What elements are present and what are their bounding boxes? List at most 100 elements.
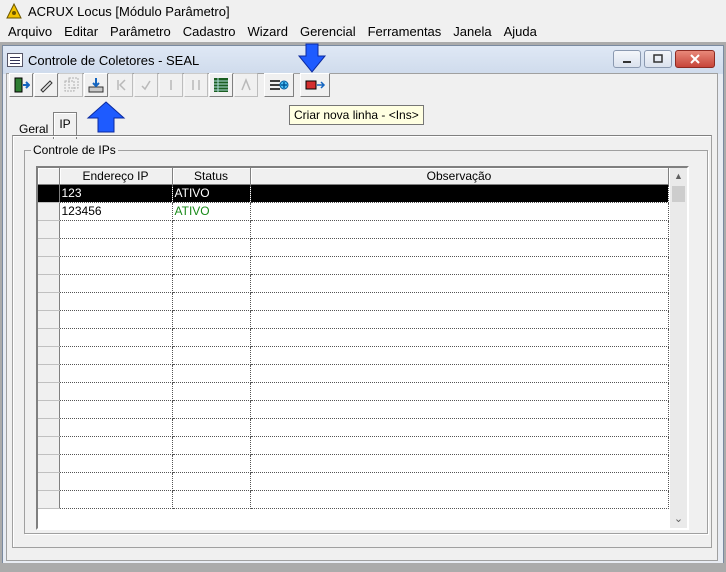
table-row[interactable] [38,238,669,257]
check-button[interactable] [134,73,158,97]
cell-ip[interactable] [59,238,173,257]
vertical-scrollbar[interactable]: ▲ ⌄ [670,168,687,528]
column-header-ip[interactable]: Endereço IP [59,168,173,185]
cell-status[interactable] [172,418,251,437]
cell-observacao[interactable] [250,292,669,311]
cell-ip[interactable] [59,454,173,473]
menu-editar[interactable]: Editar [58,22,104,42]
cell-observacao[interactable] [250,220,669,239]
cell-ip[interactable] [59,418,173,437]
copy-button[interactable] [59,73,83,97]
cell-observacao[interactable] [250,364,669,383]
table-row[interactable] [38,328,669,347]
row-indicator[interactable] [38,256,60,275]
row-indicator[interactable] [38,382,60,401]
cell-status[interactable] [172,382,251,401]
cell-observacao[interactable] [250,382,669,401]
cell-observacao[interactable] [250,238,669,257]
row-indicator[interactable] [38,490,60,509]
pause-button[interactable] [184,73,208,97]
row-indicator[interactable] [38,328,60,347]
row-indicator[interactable] [38,310,60,329]
table-row[interactable] [38,346,669,365]
cell-observacao[interactable] [250,184,669,203]
cell-ip[interactable] [59,382,173,401]
cell-observacao[interactable] [250,490,669,509]
minimize-button[interactable] [613,50,641,68]
row-indicator[interactable] [38,472,60,491]
exit-button[interactable] [9,73,33,97]
undo-button[interactable] [234,73,258,97]
maximize-button[interactable] [644,50,672,68]
menu-ferramentas[interactable]: Ferramentas [362,22,448,42]
cell-observacao[interactable] [250,328,669,347]
table-row[interactable] [38,400,669,419]
cell-status[interactable] [172,238,251,257]
row-indicator[interactable] [38,454,60,473]
table-row[interactable] [38,220,669,239]
table-row[interactable]: 123456 ATIVO [38,202,669,221]
scroll-thumb[interactable] [672,186,685,202]
cell-observacao[interactable] [250,436,669,455]
menu-arquivo[interactable]: Arquivo [2,22,58,42]
menu-parametro[interactable]: Parâmetro [104,22,177,42]
menu-wizard[interactable]: Wizard [242,22,294,42]
cell-status[interactable] [172,220,251,239]
table-row[interactable] [38,382,669,401]
cell-status[interactable] [172,274,251,293]
table-row[interactable] [38,274,669,293]
cell-status[interactable] [172,472,251,491]
cell-observacao[interactable] [250,202,669,221]
table-row[interactable] [38,292,669,311]
cell-status[interactable] [172,346,251,365]
cell-status[interactable] [172,490,251,509]
cell-status[interactable] [172,292,251,311]
first-record-button[interactable] [109,73,133,97]
cell-ip[interactable] [59,472,173,491]
delete-row-button[interactable] [300,73,330,97]
ip-grid[interactable]: Endereço IP Status Observação 123 ATIVO 12… [36,166,689,530]
cell-status[interactable] [172,310,251,329]
cell-ip[interactable]: 123 [59,184,173,203]
cell-status[interactable]: ATIVO [172,202,251,221]
cell-observacao[interactable] [250,454,669,473]
table-row[interactable] [38,256,669,275]
cell-ip[interactable] [59,310,173,329]
cell-ip[interactable] [59,364,173,383]
row-indicator[interactable] [38,400,60,419]
menu-cadastro[interactable]: Cadastro [177,22,242,42]
row-indicator[interactable] [38,274,60,293]
cell-ip[interactable] [59,274,173,293]
row-indicator[interactable] [38,184,60,203]
cell-observacao[interactable] [250,400,669,419]
row-indicator[interactable] [38,292,60,311]
edit-button[interactable] [34,73,58,97]
cell-ip[interactable]: 123456 [59,202,173,221]
cell-observacao[interactable] [250,346,669,365]
cell-status[interactable] [172,454,251,473]
separator-button[interactable] [159,73,183,97]
cell-ip[interactable] [59,346,173,365]
cell-status[interactable] [172,364,251,383]
cell-ip[interactable] [59,256,173,275]
cell-observacao[interactable] [250,472,669,491]
cell-observacao[interactable] [250,256,669,275]
table-row[interactable] [38,472,669,491]
row-indicator[interactable] [38,346,60,365]
menu-ajuda[interactable]: Ajuda [498,22,543,42]
cell-status[interactable] [172,400,251,419]
column-header-observacao[interactable]: Observação [250,168,669,185]
row-indicator[interactable] [38,418,60,437]
menu-janela[interactable]: Janela [447,22,497,42]
cell-ip[interactable] [59,220,173,239]
row-indicator[interactable] [38,238,60,257]
close-button[interactable] [675,50,715,68]
column-header-status[interactable]: Status [172,168,251,185]
cell-ip[interactable] [59,400,173,419]
cell-status[interactable] [172,256,251,275]
cell-ip[interactable] [59,292,173,311]
row-indicator[interactable] [38,202,60,221]
table-row[interactable] [38,490,669,509]
table-row[interactable] [38,454,669,473]
cell-ip[interactable] [59,436,173,455]
